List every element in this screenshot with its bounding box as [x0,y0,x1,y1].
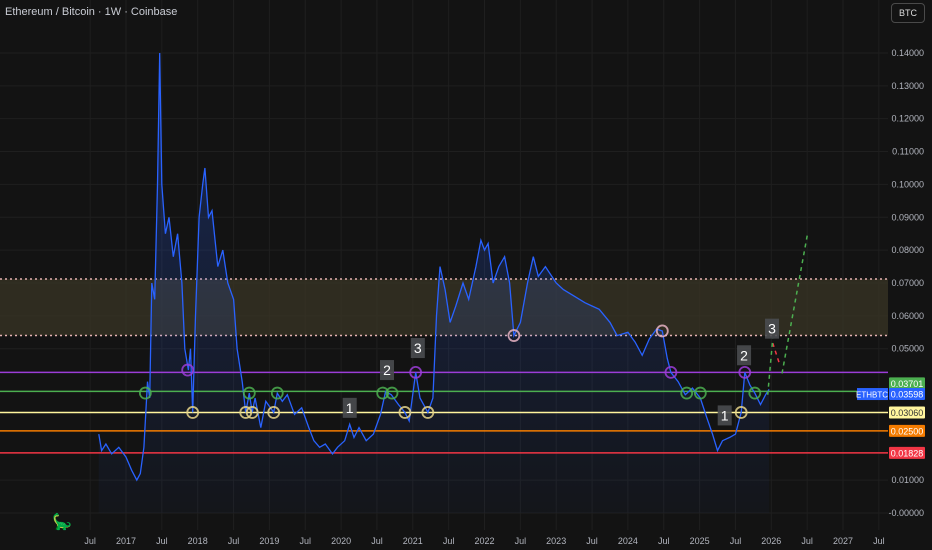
x-tick-label: Jul [443,536,455,546]
currency-button[interactable]: BTC [891,3,925,23]
wave-label: 2 [383,362,391,378]
price-label-orange: 0.02500 [891,426,924,436]
x-tick-label: Jul [84,536,96,546]
x-tick-label: Jul [515,536,527,546]
y-tick-label: 0.13000 [891,81,924,91]
x-tick-label: 2020 [331,536,351,546]
price-chart[interactable]: 1 2 3 1 2 3 0.14000 0.13000 0.12000 0.11000 0.1000… [0,0,932,550]
projection-line [772,342,781,366]
x-tick-label: 2023 [546,536,566,546]
projection-line [766,338,774,395]
y-tick-label: 0.05000 [891,344,924,354]
wave-label: 2 [740,347,748,363]
wave-label: 3 [768,321,776,337]
x-tick-label: Jul [586,536,598,546]
x-tick-label: Jul [658,536,670,546]
x-tick-label: Jul [228,536,240,546]
last-price-label: 0.03598 [891,390,924,400]
x-tick-label: 2026 [761,536,781,546]
y-tick-label: 0.06000 [891,311,924,321]
x-tick-label: Jul [156,536,168,546]
x-tick-label: 2024 [618,536,638,546]
x-tick-label: 2025 [690,536,710,546]
wave-label: 3 [414,340,422,356]
y-tick-label: 0.11000 [892,147,924,157]
x-tick-label: Jul [801,536,813,546]
x-tick-label: 2017 [116,536,136,546]
x-tick-label: 2019 [259,536,279,546]
price-label-red: 0.01828 [891,448,924,458]
x-tick-label: Jul [299,536,311,546]
wave-label: 1 [346,400,354,416]
chart-title: Ethereum / Bitcoin · 1W · Coinbase [5,6,178,18]
x-tick-label: Jul [873,536,885,546]
y-tick-label: 0.09000 [891,212,924,222]
y-tick-label: -0.00000 [888,508,924,518]
price-label-green: 0.03701 [891,379,924,389]
y-tick-label: 0.07000 [891,278,924,288]
x-tick-label: Jul [730,536,742,546]
x-tick-label: Jul [371,536,383,546]
wave-label: 1 [721,407,729,423]
x-tick-label: 2018 [188,536,208,546]
x-tick-label: 2021 [403,536,423,546]
y-tick-label: 0.12000 [891,114,924,124]
price-label-yellow: 0.03060 [891,408,924,418]
y-tick-label: 0.10000 [891,179,924,189]
y-tick-label: 0.01000 [891,475,924,485]
y-tick-label: 0.08000 [891,245,924,255]
symbol-tag: ETHBTC [856,391,888,400]
y-tick-label: 0.14000 [891,48,924,58]
x-tick-label: 2022 [474,536,494,546]
x-tick-label: 2027 [833,536,853,546]
tradingview-logo-icon: 🦕 [52,514,72,531]
